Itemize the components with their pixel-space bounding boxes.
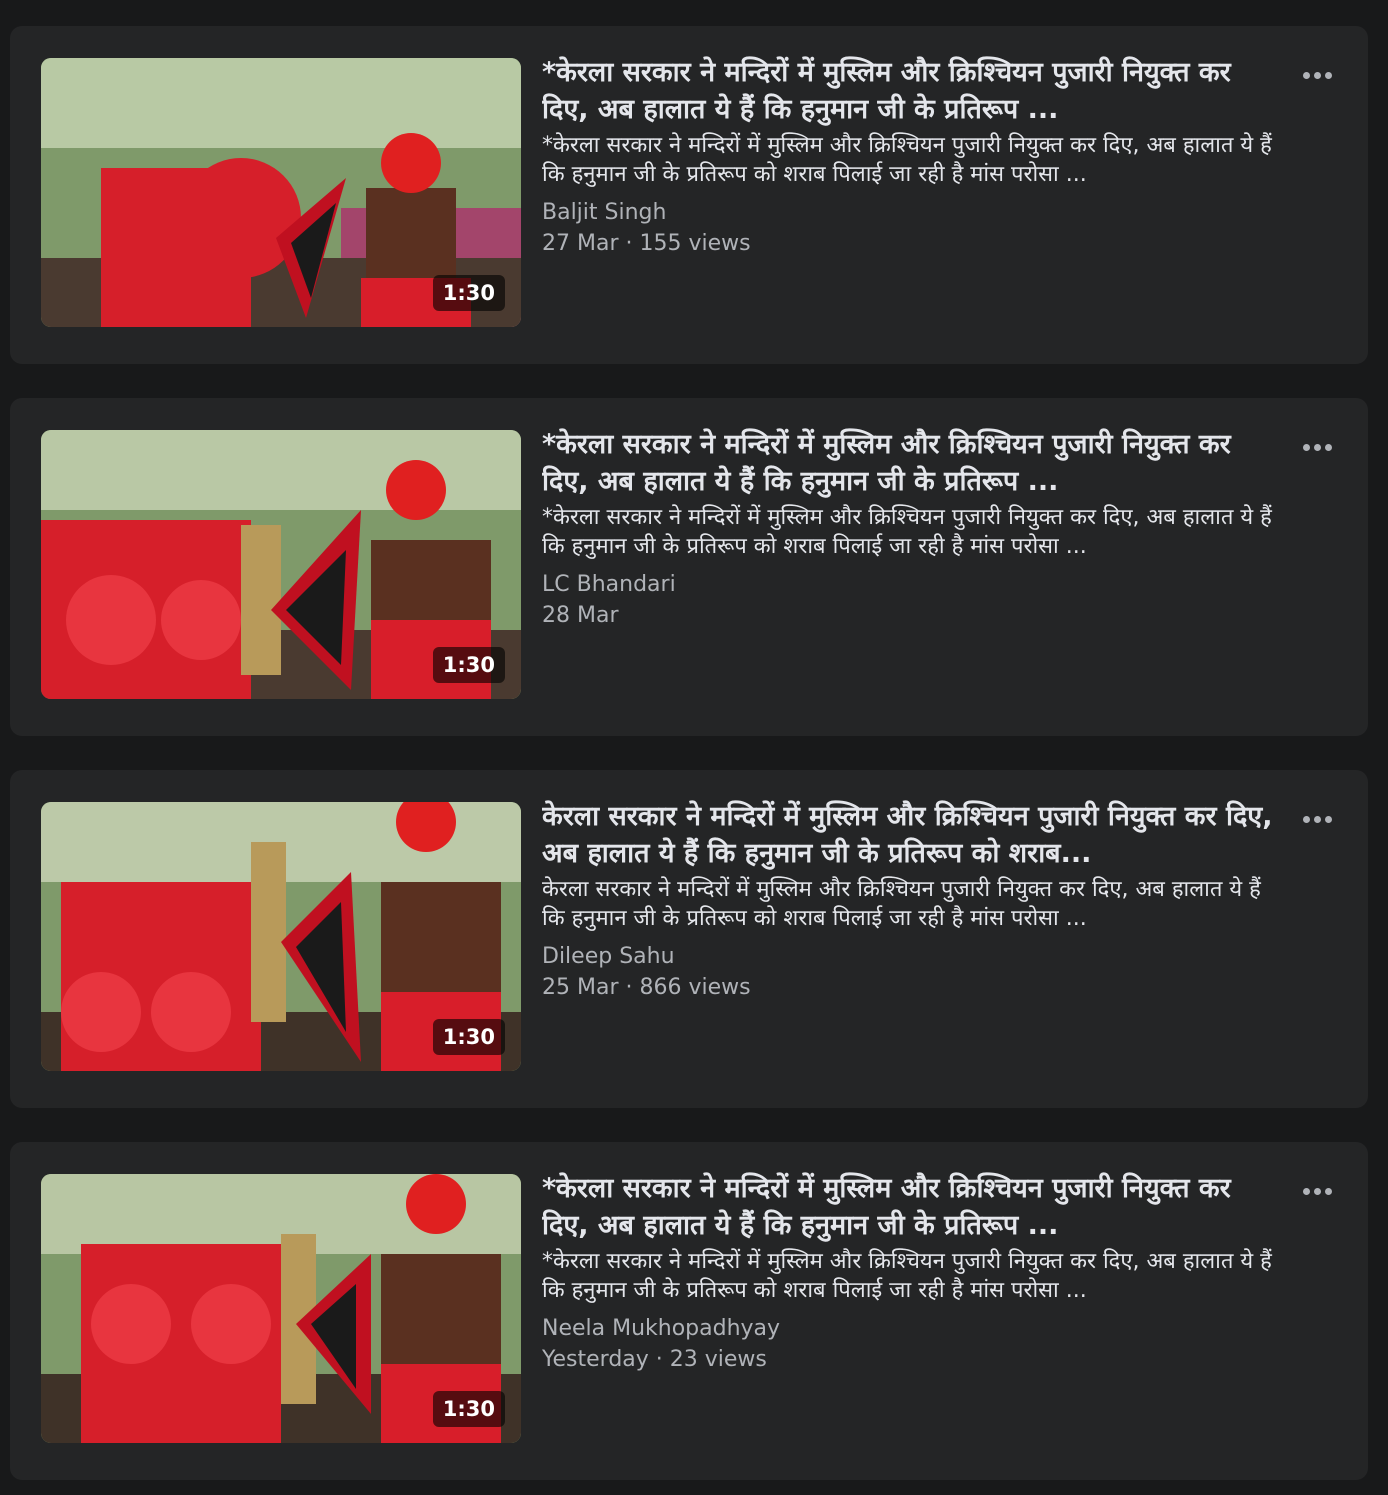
video-author[interactable]: Neela Mukhopadhyay [542,1314,1282,1344]
more-horizontal-icon [1324,71,1332,79]
more-horizontal-icon [1324,443,1332,451]
more-horizontal-icon [1313,71,1321,79]
more-horizontal-icon [1313,815,1321,823]
video-thumbnail[interactable]: 1:30 [41,58,521,327]
more-horizontal-icon [1302,1187,1310,1195]
more-options-button[interactable] [1296,434,1338,460]
video-author[interactable]: Baljit Singh [542,198,1282,228]
video-duration: 1:30 [432,647,505,683]
video-description: *केरला सरकार ने मन्दिरों में मुस्लिम और … [542,1249,1272,1303]
video-card[interactable]: 1:30 *केरला सरकार ने मन्दिरों में मुस्लि… [10,26,1368,364]
video-description: केरला सरकार ने मन्दिरों में मुस्लिम और क… [542,877,1261,931]
video-description: *केरला सरकार ने मन्दिरों में मुस्लिम और … [542,505,1272,559]
video-card[interactable]: 1:30 *केरला सरकार ने मन्दिरों में मुस्लि… [10,1142,1368,1480]
video-duration: 1:30 [432,1019,505,1055]
video-duration: 1:30 [432,1391,505,1427]
more-horizontal-icon [1313,443,1321,451]
video-thumbnail[interactable]: 1:30 [41,1174,521,1443]
video-meta: 28 Mar [542,603,619,628]
more-options-button[interactable] [1296,806,1338,832]
video-card[interactable]: 1:30 केरला सरकार ने मन्दिरों में मुस्लिम… [10,770,1368,1108]
more-options-button[interactable] [1296,62,1338,88]
video-duration: 1:30 [432,275,505,311]
video-meta: 25 Mar · 866 views [542,975,751,1000]
more-horizontal-icon [1302,71,1310,79]
more-horizontal-icon [1302,443,1310,451]
video-thumbnail[interactable]: 1:30 [41,802,521,1071]
video-title[interactable]: केरला सरकार ने मन्दिरों में मुस्लिम और क… [542,798,1282,872]
video-card[interactable]: 1:30 *केरला सरकार ने मन्दिरों में मुस्लि… [10,398,1368,736]
video-thumbnail[interactable]: 1:30 [41,430,521,699]
video-meta: 27 Mar · 155 views [542,231,751,256]
video-meta: Yesterday · 23 views [542,1347,767,1372]
video-title[interactable]: *केरला सरकार ने मन्दिरों में मुस्लिम और … [542,54,1282,128]
video-title[interactable]: *केरला सरकार ने मन्दिरों में मुस्लिम और … [542,426,1282,500]
video-author[interactable]: LC Bhandari [542,570,1282,600]
video-author[interactable]: Dileep Sahu [542,942,1282,972]
more-horizontal-icon [1302,815,1310,823]
video-title[interactable]: *केरला सरकार ने मन्दिरों में मुस्लिम और … [542,1170,1282,1244]
video-description: *केरला सरकार ने मन्दिरों में मुस्लिम और … [542,133,1272,187]
more-horizontal-icon [1324,1187,1332,1195]
more-horizontal-icon [1313,1187,1321,1195]
more-options-button[interactable] [1296,1178,1338,1204]
more-horizontal-icon [1324,815,1332,823]
